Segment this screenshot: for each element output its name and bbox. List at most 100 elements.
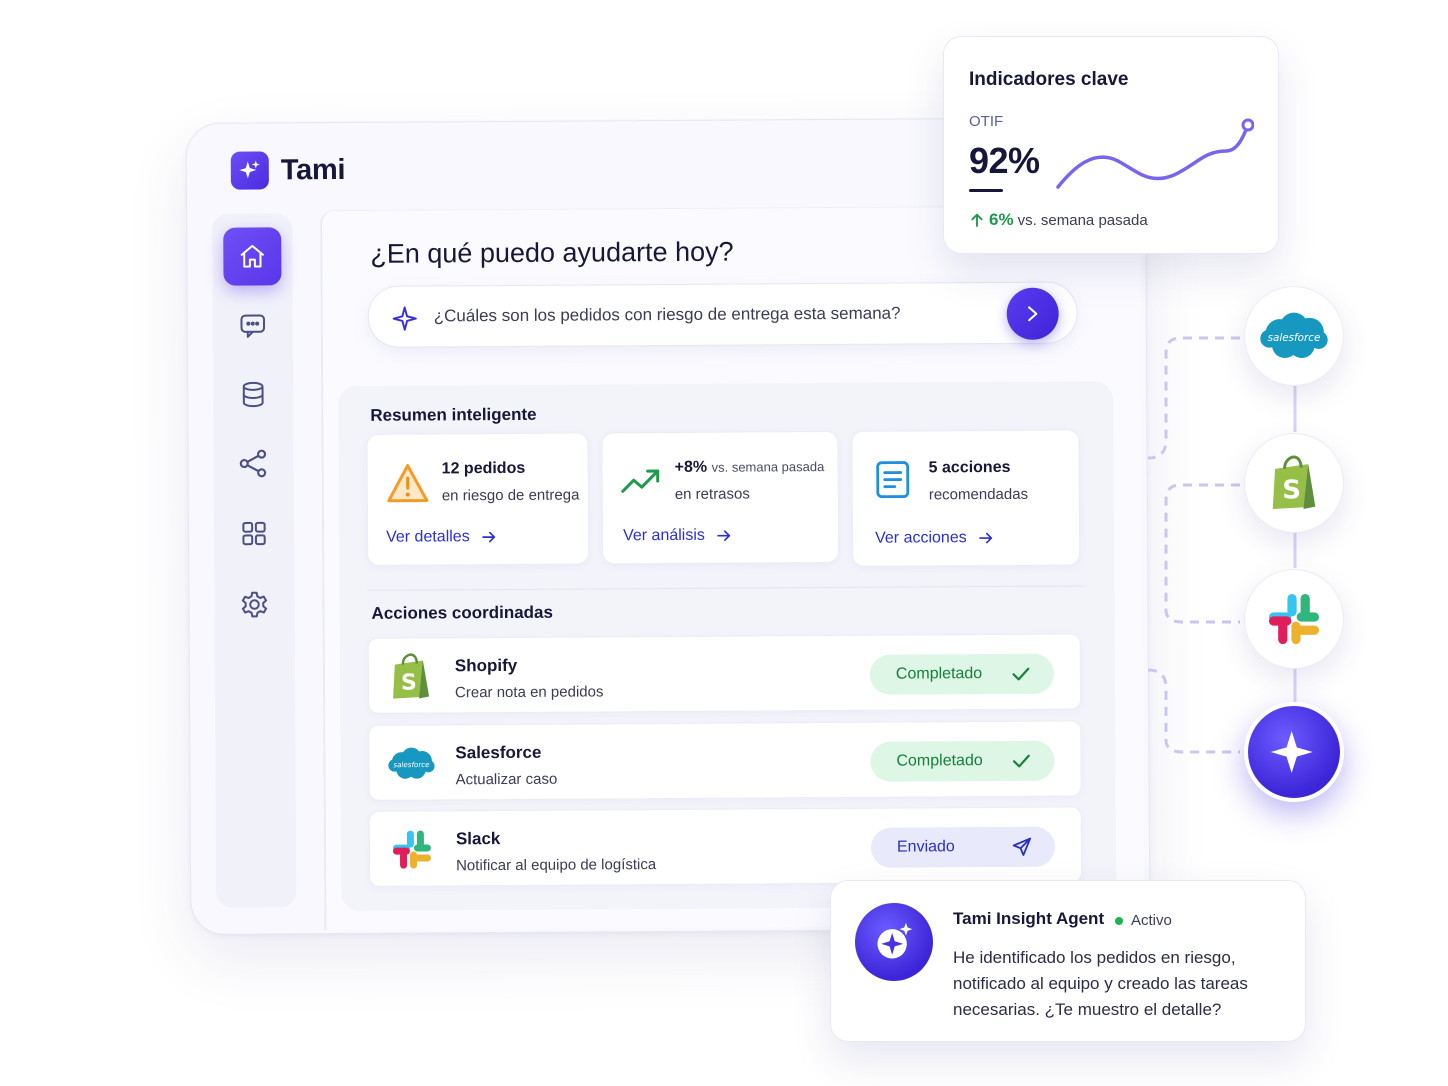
kpi-underline [969,189,1003,192]
sidebar-item-settings[interactable] [225,575,283,633]
integration-tami[interactable] [1244,702,1344,802]
kpi-change: 6% vs. semana pasada [969,210,1148,230]
kpi-change-value: 6% [989,210,1014,229]
view-actions-link[interactable]: Ver acciones [875,529,995,548]
agent-card: Tami Insight Agent Activo He identificad… [830,880,1306,1042]
tami-sparkle-icon [1270,731,1313,773]
sidebar-item-chat[interactable] [224,296,282,354]
kpi-value: 92% [969,140,1040,181]
action-description: Crear nota en pedidos [454,683,604,702]
document-icon [875,460,911,505]
search-input[interactable]: ¿Cuáles son los pedidos con riesgo de en… [367,281,1078,348]
action-app-name: Shopify [454,655,518,676]
arrow-right-icon [481,531,495,543]
share-icon [239,449,267,478]
tami-sparkle-icon [877,922,913,959]
agent-message: He identificado los pedidos en riesgo, n… [953,948,1248,1019]
check-icon [1012,667,1030,681]
sparkle-icon [391,305,419,338]
svg-text:salesforce: salesforce [393,760,430,769]
integration-shopify[interactable]: S [1244,433,1344,533]
action-row-salesforce: salesforce Salesforce Actualizar caso Co… [368,720,1082,801]
svg-text:S: S [401,671,417,696]
salesforce-icon: salesforce [1260,312,1328,359]
kpi-change-text: vs. semana pasada [1017,211,1148,229]
status-badge: Enviado [870,826,1056,868]
action-row-shopify: S Shopify Crear nota en pedidos Completa… [367,633,1082,714]
summary-area: Resumen inteligente 12 pedidos en riesgo… [338,381,1117,912]
svg-text:S: S [1282,475,1301,505]
summary-card-actions: 5 acciones recomendadas Ver acciones [851,429,1081,567]
status-badge: Completado [870,740,1055,782]
arrow-right-icon [717,530,730,541]
summary-card-delays: +8% vs. semana pasada en retrasos Ver an… [601,430,840,565]
card-title: +8% vs. semana pasada [675,458,825,477]
delta-value: +8% [674,458,708,476]
sidebar-item-database[interactable] [224,365,282,423]
agent-status-label: Activo [1131,912,1172,929]
status-label: Completado [896,752,983,770]
sidebar [212,213,297,908]
trend-up-icon [621,467,661,500]
app-name: Tami [280,153,346,186]
send-icon [1012,837,1032,857]
integration-slack[interactable] [1244,569,1344,669]
svg-text:salesforce: salesforce [1268,332,1321,344]
integration-connector [1147,336,1240,754]
database-icon [242,381,264,408]
arrow-right-icon [978,532,992,544]
agent-avatar [855,903,933,981]
action-app-name: Slack [455,829,501,849]
card-subtitle: en riesgo de entrega [441,486,580,505]
status-label: Enviado [896,838,955,856]
integration-salesforce[interactable]: salesforce [1244,286,1344,386]
tami-logo-icon [230,151,269,190]
kpi-label: OTIF [969,113,1004,130]
status-dot [1115,916,1123,925]
sidebar-item-home[interactable] [223,227,282,286]
page-title: ¿En qué puedo ayudarte hoy? [370,236,734,269]
card-subtitle: recomendadas [928,485,1029,504]
brand: Tami [230,151,346,190]
slack-icon [1268,593,1320,645]
view-analysis-link[interactable]: Ver análisis [623,527,733,546]
status-badge: Completado [869,653,1055,695]
salesforce-icon: salesforce [387,739,435,787]
agent-name: Tami Insight Agent [953,909,1105,928]
kpi-title: Indicadores clave [969,69,1129,90]
sidebar-item-apps[interactable] [225,504,283,562]
slack-icon [388,825,436,873]
shopify-icon: S [387,652,435,700]
chevron-right-icon [1027,306,1038,322]
search-query: ¿Cuáles son los pedidos con riesgo de en… [433,303,901,326]
action-row-slack: Slack Notificar al equipo de logística E… [368,806,1083,887]
warning-icon [386,462,430,509]
action-description: Actualizar caso [455,770,558,789]
kpi-card: Indicadores clave OTIF 92% 6% vs. semana… [943,36,1279,254]
view-details-link[interactable]: Ver detalles [386,528,498,547]
status-label: Completado [895,665,983,683]
card-subtitle: en retrasos [674,485,750,503]
agent-status: Activo [1115,912,1172,929]
main-panel: ¿En qué puedo ayudarte hoy? ¿Cuáles son … [320,205,1145,931]
action-description: Notificar al equipo de logística [456,856,657,875]
link-label: Ver análisis [623,526,705,545]
sidebar-item-connections[interactable] [224,434,282,492]
grid-icon [242,521,266,546]
delta-comparison: vs. semana pasada [711,459,825,475]
shopify-icon: S [1272,455,1316,509]
summary-title: Resumen inteligente [370,404,537,425]
link-label: Ver detalles [386,528,470,546]
send-button[interactable] [1006,287,1059,340]
action-app-name: Salesforce [455,742,542,763]
home-icon [240,244,265,268]
arrow-up-icon [971,213,983,227]
chat-icon [240,314,266,338]
summary-card-risk: 12 pedidos en riesgo de entrega Ver deta… [366,432,590,566]
actions-title: Acciones coordinadas [371,602,553,623]
kpi-sparkline [1056,118,1254,189]
settings-icon [241,591,268,618]
divider [367,585,1086,591]
link-label: Ver acciones [875,529,967,547]
card-title: 12 pedidos [441,459,526,478]
